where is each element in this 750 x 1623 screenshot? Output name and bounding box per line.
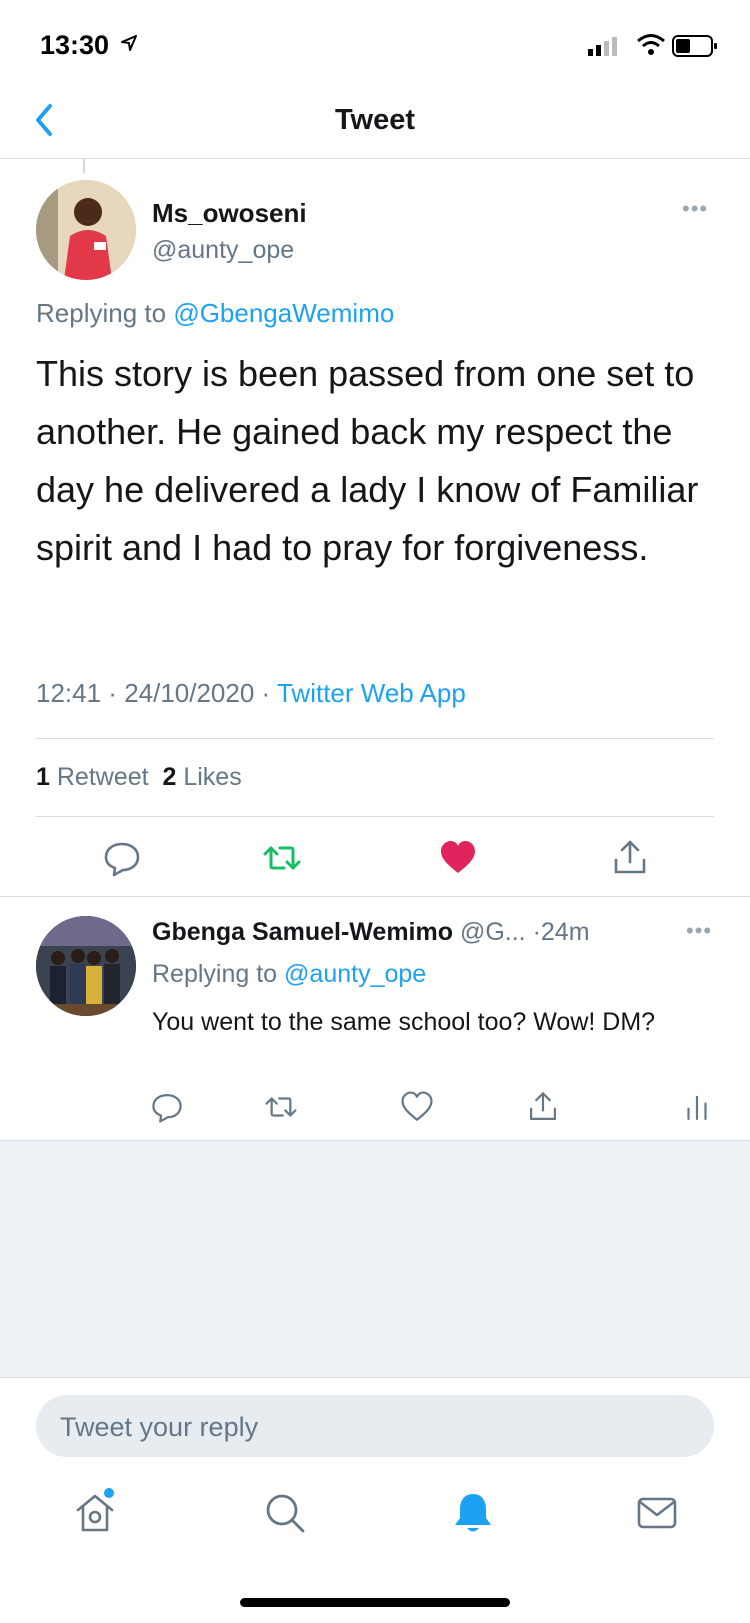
tweet-meta: 12:41 · 24/10/2020 · Twitter Web App	[36, 678, 466, 708]
reply-age: 24m	[540, 918, 590, 946]
divider	[0, 896, 750, 897]
wifi-icon	[637, 34, 665, 55]
battery-icon	[672, 35, 717, 57]
notifications-icon[interactable]	[450, 1490, 496, 1536]
tweet-date: 24/10/2020	[124, 678, 255, 708]
author-name[interactable]: Ms_owoseni	[152, 198, 307, 229]
replying-to-link[interactable]: @GbengaWemimo	[173, 298, 394, 328]
reply-avatar[interactable]	[36, 916, 136, 1016]
retweet-icon[interactable]	[264, 1090, 298, 1124]
avatar[interactable]	[36, 180, 136, 280]
page-title: Tweet	[334, 104, 416, 136]
analytics-icon[interactable]	[680, 1090, 714, 1124]
home-indicator	[240, 1598, 510, 1607]
reply-author-name[interactable]: Gbenga Samuel-Wemimo	[152, 918, 453, 946]
replying-to: Replying to @aunty_ope	[152, 960, 426, 989]
cellular-signal-icon	[588, 37, 617, 56]
likes-label[interactable]: Likes	[183, 763, 241, 791]
replying-to-link[interactable]: @aunty_ope	[284, 960, 426, 988]
retweet-icon[interactable]	[262, 838, 302, 878]
reply-author-handle[interactable]: @G...	[460, 918, 526, 946]
thread-line	[83, 159, 85, 173]
tweet-time: 12:41	[36, 678, 102, 708]
tweet-source[interactable]: Twitter Web App	[277, 678, 466, 708]
divider	[36, 816, 714, 817]
replying-to: Replying to @GbengaWemimo	[36, 298, 394, 329]
status-time: 13:30	[40, 30, 110, 60]
tweet-stats: 1 Retweet 2 Likes	[36, 763, 242, 792]
replying-to-prefix: Replying to	[36, 298, 174, 328]
like-icon[interactable]	[438, 838, 478, 878]
replying-to-prefix: Replying to	[152, 960, 285, 988]
share-icon[interactable]	[610, 838, 650, 878]
more-options-icon[interactable]: •••	[682, 196, 708, 222]
more-options-icon[interactable]: •••	[686, 918, 712, 944]
home-notification-dot	[104, 1488, 114, 1498]
reply-text: You went to the same school too? Wow! DM…	[152, 1008, 656, 1036]
author-handle[interactable]: @aunty_ope	[152, 236, 294, 265]
divider	[0, 1377, 750, 1378]
retweets-label[interactable]: Retweet	[57, 763, 149, 791]
reply-icon[interactable]	[102, 838, 142, 878]
reply-icon[interactable]	[150, 1090, 184, 1124]
empty-area	[0, 1141, 750, 1377]
nav-divider	[0, 158, 750, 159]
reply-header: Gbenga Samuel-Wemimo @G... ·24m	[152, 918, 590, 946]
location-arrow-icon	[121, 35, 137, 51]
like-icon[interactable]	[400, 1090, 434, 1124]
search-icon[interactable]	[262, 1490, 308, 1536]
messages-icon[interactable]	[634, 1490, 680, 1536]
tweet-text: This story is been passed from one set t…	[36, 353, 699, 568]
retweets-count[interactable]: 1	[36, 763, 50, 791]
reply-input-placeholder[interactable]: Tweet your reply	[60, 1412, 258, 1443]
divider	[36, 738, 714, 739]
share-icon[interactable]	[526, 1090, 560, 1124]
likes-count[interactable]: 2	[162, 763, 176, 791]
